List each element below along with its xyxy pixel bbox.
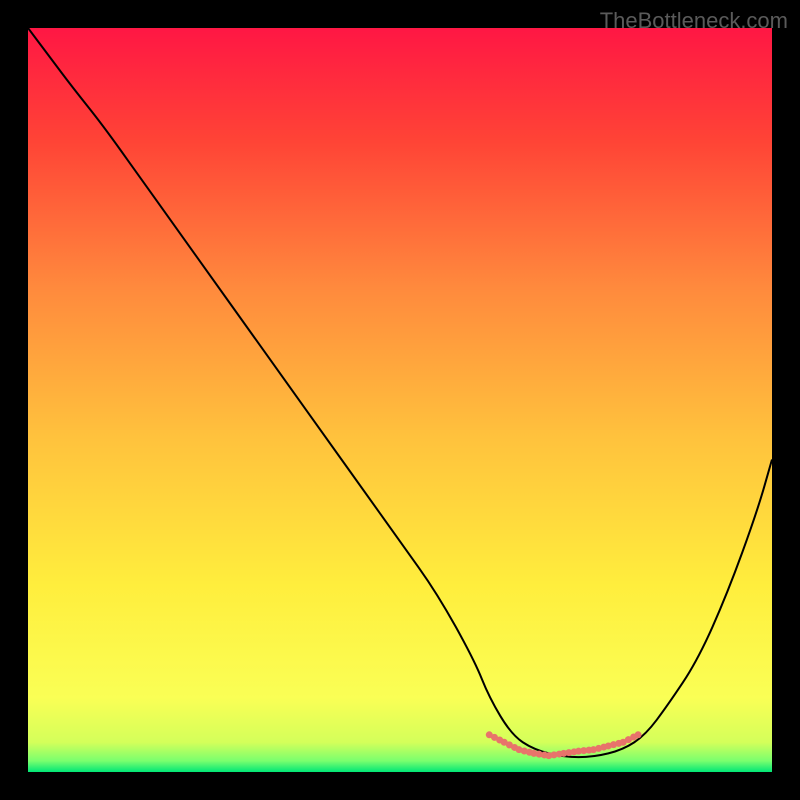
- chart-container: TheBottleneck.com: [0, 0, 800, 800]
- curve-layer: [28, 28, 772, 772]
- watermark-text: TheBottleneck.com: [600, 8, 788, 34]
- bottleneck-curve-path: [28, 28, 772, 757]
- optimal-range-dots: [486, 731, 642, 759]
- plot-area: [28, 28, 772, 772]
